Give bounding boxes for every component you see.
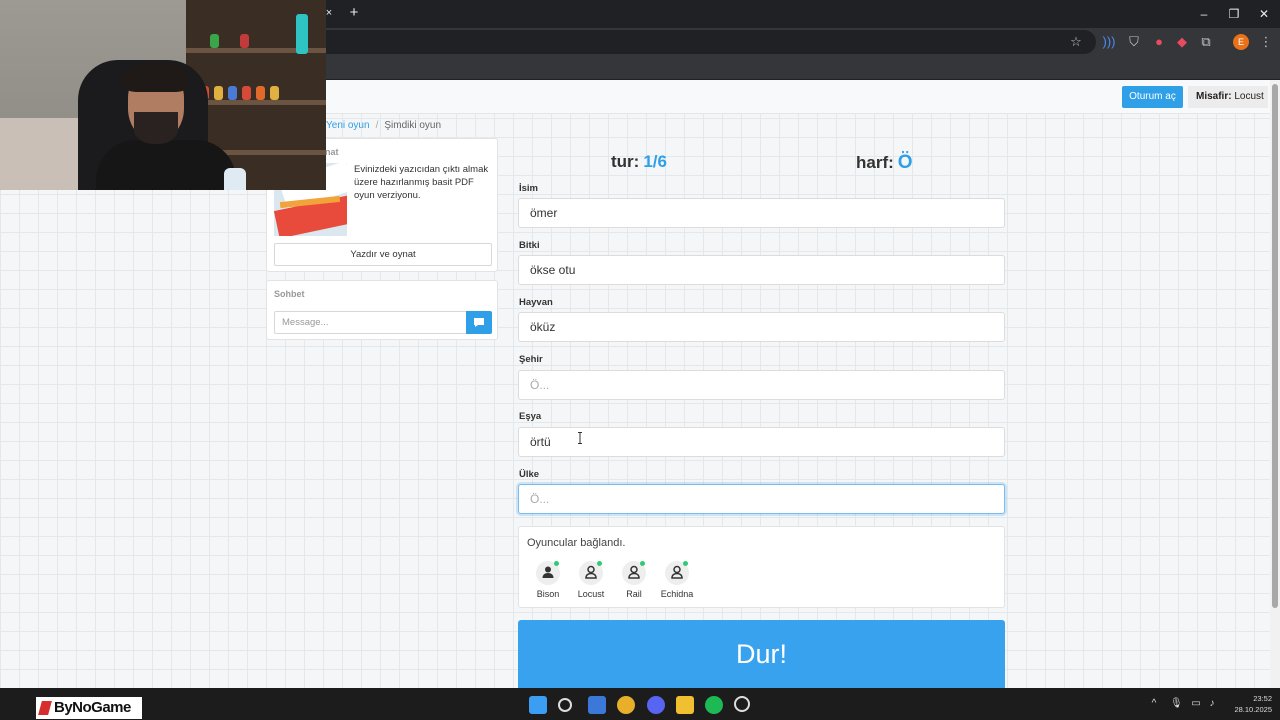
user-icon — [585, 565, 597, 579]
player-name: Rail — [626, 589, 642, 599]
microphone-icon[interactable]: 🎙 — [1170, 698, 1183, 710]
guest-badge: Misafir: Locust — [1188, 86, 1268, 108]
breadcrumb-separator: / — [375, 120, 379, 131]
field-label-animal: Hayvan — [519, 297, 553, 308]
letter-label: harf: — [856, 153, 894, 172]
chrome-icon[interactable] — [617, 696, 635, 714]
letter-value: Ö — [897, 152, 913, 173]
player-item: Bison — [526, 561, 570, 601]
field-label-country: Ülke — [519, 469, 540, 480]
address-bar[interactable] — [300, 30, 1096, 54]
chat-message-input[interactable]: Message... — [274, 311, 466, 334]
country-input[interactable]: Ö... — [518, 484, 1005, 514]
chat-card: Sohbet Message... — [266, 280, 498, 340]
field-label-item: Eşya — [519, 411, 542, 422]
round-indicator: tur: 1/6 — [611, 152, 667, 172]
extension-red-icon[interactable]: ◆ — [1174, 34, 1190, 50]
windows-start-icon[interactable] — [529, 696, 547, 714]
online-status-dot — [683, 561, 688, 566]
field-label-name: İsim — [519, 183, 539, 194]
user-icon — [542, 566, 554, 578]
tray-overflow-icon[interactable]: ^ — [1148, 698, 1160, 710]
close-window-button[interactable]: ✕ — [1249, 4, 1279, 24]
login-button[interactable]: Oturum aç — [1122, 86, 1183, 108]
os-taskbar: ByNoGame ^ 🎙 ▭ ♪ 23:52 28.10.2025 — [0, 688, 1280, 720]
browser-menu-icon[interactable]: ⋮ — [1258, 34, 1274, 50]
breadcrumb-current: Şimdiki oyun — [384, 120, 442, 131]
user-icon — [628, 565, 640, 579]
breadcrumb-new-game[interactable]: Yeni oyun — [326, 120, 370, 131]
text-cursor-icon — [578, 432, 582, 444]
player-item: Locust — [569, 561, 613, 601]
minimize-button[interactable]: – — [1189, 4, 1219, 24]
player-name: Locust — [577, 589, 605, 599]
city-input[interactable]: Ö... — [518, 370, 1005, 400]
online-status-dot — [597, 561, 602, 566]
print-and-play-button[interactable]: Yazdır ve oynat — [274, 243, 492, 266]
maximize-button[interactable]: ❐ — [1219, 4, 1249, 24]
speech-bubble-icon — [474, 318, 484, 327]
stop-button[interactable]: Dur! — [518, 620, 1005, 688]
player-name: Bison — [536, 589, 560, 599]
name-input[interactable]: ömer — [518, 198, 1005, 228]
players-status: Oyuncular bağlandı. — [527, 537, 626, 549]
extension-wave-icon[interactable]: ))) — [1101, 34, 1117, 50]
print-description: Evinizdeki yazıcıdan çıktı almak üzere h… — [354, 164, 489, 201]
brand-text: ByNoGame — [54, 699, 131, 716]
scrollbar-thumb[interactable] — [1272, 84, 1278, 608]
user-icon — [671, 565, 683, 579]
player-name: Echidna — [660, 589, 694, 599]
online-status-dot — [640, 561, 645, 566]
profile-avatar[interactable]: E — [1233, 34, 1249, 50]
clock-time: 23:52 — [1253, 694, 1272, 703]
player-item: Echidna — [655, 561, 699, 601]
extensions-puzzle-icon[interactable]: ⧉ — [1198, 34, 1214, 50]
shield-icon[interactable]: ⛉ — [1126, 34, 1142, 50]
new-tab-button[interactable]: + — [346, 5, 362, 21]
guest-name: Locust — [1234, 91, 1264, 102]
players-panel: Oyuncular bağlandı. Bison Locust Rail Ec… — [518, 526, 1005, 608]
field-label-plant: Bitki — [519, 240, 540, 251]
item-input[interactable]: örtü — [518, 427, 1005, 457]
round-value: 1/6 — [643, 152, 667, 171]
discord-icon[interactable] — [647, 696, 665, 714]
network-icon[interactable]: ▭ — [1190, 698, 1202, 710]
outlook-icon[interactable] — [588, 696, 606, 714]
chat-send-button[interactable] — [466, 311, 492, 334]
round-label: tur: — [611, 152, 640, 171]
letter-indicator: harf: Ö — [856, 152, 913, 174]
volume-icon[interactable]: ♪ — [1206, 698, 1218, 710]
obs-icon[interactable] — [734, 696, 750, 712]
webcam-overlay — [0, 0, 326, 190]
online-status-dot — [554, 561, 559, 566]
clock-date: 28.10.2025 — [1234, 705, 1272, 714]
extension-badge-icon[interactable]: ● — [1151, 34, 1167, 50]
spotify-icon[interactable] — [705, 696, 723, 714]
page-scrollbar[interactable] — [1270, 80, 1280, 688]
plant-input[interactable]: ökse otu — [518, 255, 1005, 285]
file-explorer-icon[interactable] — [676, 696, 694, 714]
field-label-city: Şehir — [519, 354, 543, 365]
bookmark-star-icon[interactable]: ☆ — [1068, 34, 1084, 50]
search-icon[interactable] — [558, 698, 572, 712]
chat-heading: Sohbet — [274, 289, 305, 299]
player-item: Rail — [612, 561, 656, 601]
guest-prefix: Misafir: — [1196, 91, 1232, 102]
animal-input[interactable]: öküz — [518, 312, 1005, 342]
breadcrumb: Yeni oyun / Şimdiki oyun — [326, 120, 441, 131]
brand-logo: ByNoGame — [36, 697, 142, 719]
system-clock[interactable]: 23:52 28.10.2025 — [1226, 693, 1272, 715]
